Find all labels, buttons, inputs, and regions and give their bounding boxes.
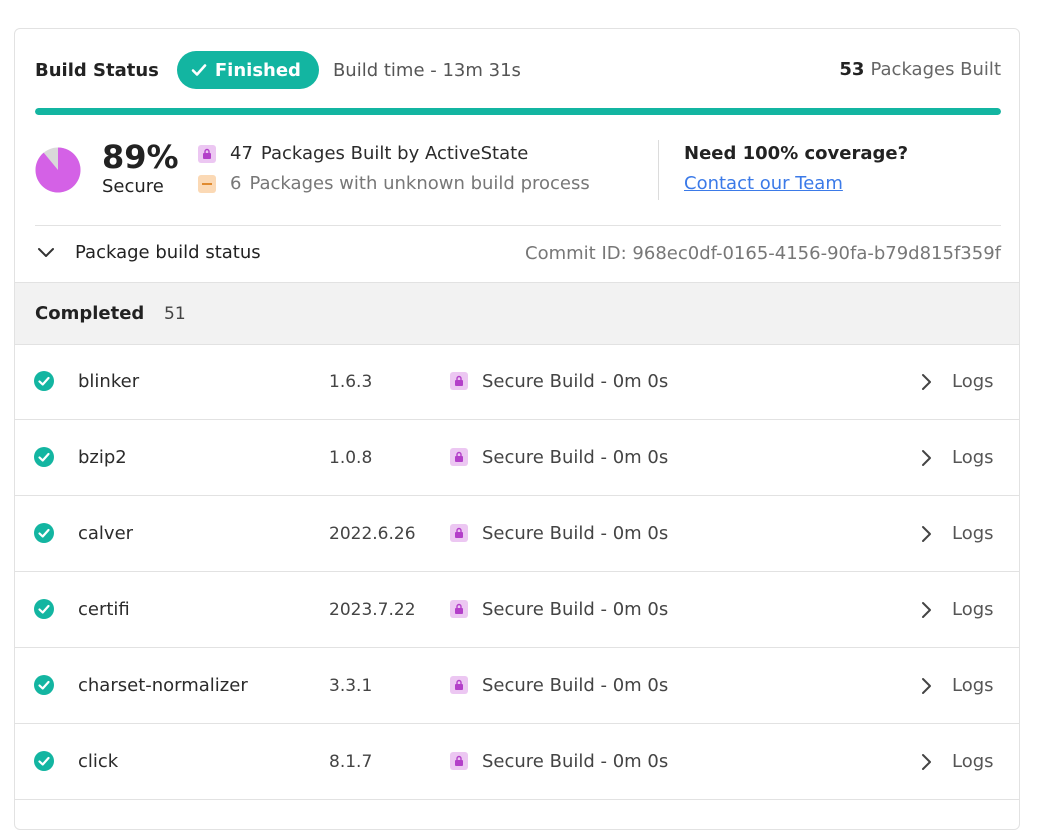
divider	[658, 140, 659, 200]
logs-link[interactable]: Logs	[920, 523, 994, 544]
build-time: Build time - 13m 31s	[332, 59, 521, 81]
chevron-down-icon	[38, 247, 54, 257]
logs-label: Logs	[952, 523, 994, 544]
package-name: click	[78, 751, 119, 772]
package-build-status-label: Package build status	[75, 242, 261, 263]
contact-team-link[interactable]: Contact our Team	[684, 173, 843, 194]
logs-label: Logs	[952, 751, 994, 772]
package-row: calver 2022.6.26 Secure Build - 0m 0s Lo…	[15, 496, 1019, 572]
packages-built-label: Packages Built	[870, 59, 1001, 80]
lock-icon	[450, 676, 468, 694]
status-label: Finished	[214, 59, 301, 81]
package-version: 1.6.3	[329, 372, 373, 392]
logs-link[interactable]: Logs	[920, 371, 994, 392]
package-version: 2023.7.22	[329, 600, 416, 620]
check-circle-icon	[34, 675, 54, 695]
coverage-title: Need 100% coverage?	[684, 143, 909, 164]
check-circle-icon	[34, 447, 54, 467]
logs-link[interactable]: Logs	[920, 751, 994, 772]
check-circle-icon	[34, 523, 54, 543]
build-progress-bar	[35, 108, 1001, 115]
built-by-activestate-count: 47	[230, 143, 253, 164]
check-circle-icon	[34, 599, 54, 619]
package-build-status: Secure Build - 0m 0s	[482, 599, 669, 620]
chevron-right-icon	[922, 753, 931, 770]
build-status-card: Build Status Finished Build time - 13m 3…	[14, 28, 1020, 830]
completed-section-header: Completed 51	[15, 282, 1019, 345]
package-build-status: Secure Build - 0m 0s	[482, 675, 669, 696]
logs-link[interactable]: Logs	[920, 599, 994, 620]
completed-count: 51	[164, 304, 186, 324]
package-row: click 8.1.7 Secure Build - 0m 0s Logs	[15, 724, 1019, 800]
check-circle-icon	[34, 371, 54, 391]
finished-status-badge: Finished	[176, 51, 319, 89]
package-name: bzip2	[78, 447, 127, 468]
package-row: blinker 1.6.3 Secure Build - 0m 0s Logs	[15, 344, 1019, 420]
logs-link[interactable]: Logs	[920, 675, 994, 696]
logs-link[interactable]: Logs	[920, 447, 994, 468]
package-list: blinker 1.6.3 Secure Build - 0m 0s Logs …	[15, 344, 1019, 800]
lock-icon	[450, 752, 468, 770]
build-progress-fill	[35, 108, 1001, 115]
lock-icon	[450, 448, 468, 466]
check-circle-icon	[34, 751, 54, 771]
package-name: calver	[78, 523, 134, 544]
lock-icon	[198, 144, 216, 163]
package-version: 8.1.7	[329, 752, 373, 772]
legend-built-by-activestate: 47 Packages Built by ActiveState	[198, 143, 528, 164]
package-row: bzip2 1.0.8 Secure Build - 0m 0s Logs	[15, 420, 1019, 496]
chevron-right-icon	[922, 525, 931, 542]
unknown-build-label: Packages with unknown build process	[249, 173, 590, 194]
package-row: certifi 2023.7.22 Secure Build - 0m 0s L…	[15, 572, 1019, 648]
package-build-status-toggle[interactable]: Package build status	[37, 242, 261, 263]
check-icon	[191, 64, 207, 76]
package-version: 1.0.8	[329, 448, 373, 468]
packages-built-count: 53	[839, 59, 865, 80]
package-build-status: Secure Build - 0m 0s	[482, 371, 669, 392]
logs-label: Logs	[952, 371, 994, 392]
chevron-right-icon	[922, 373, 931, 390]
package-build-status: Secure Build - 0m 0s	[482, 751, 669, 772]
logs-label: Logs	[952, 599, 994, 620]
completed-label: Completed	[35, 303, 145, 324]
package-build-status: Secure Build - 0m 0s	[482, 447, 669, 468]
build-status-title: Build Status	[35, 59, 159, 81]
package-version: 2022.6.26	[329, 524, 416, 544]
chevron-right-icon	[922, 677, 931, 694]
chevron-right-icon	[922, 601, 931, 618]
lock-icon	[450, 600, 468, 618]
lock-icon	[450, 372, 468, 390]
build-status-header: Build Status Finished Build time - 13m 3…	[35, 51, 521, 89]
secure-percent: 89%	[102, 138, 179, 176]
logs-label: Logs	[952, 447, 994, 468]
secure-label: Secure	[102, 176, 164, 197]
secure-pie-chart	[35, 147, 81, 193]
package-build-status: Secure Build - 0m 0s	[482, 523, 669, 544]
package-version: 3.3.1	[329, 676, 373, 696]
chevron-right-icon	[922, 449, 931, 466]
packages-built-total: 53 Packages Built	[839, 59, 1001, 80]
package-name: certifi	[78, 599, 130, 620]
unknown-build-count: 6	[230, 173, 242, 194]
commit-id: Commit ID: 968ec0df-0165-4156-90fa-b79d8…	[525, 243, 1001, 264]
legend-unknown-build: 6 Packages with unknown build process	[198, 173, 590, 194]
divider	[35, 225, 1001, 226]
package-row: charset-normalizer 3.3.1 Secure Build - …	[15, 648, 1019, 724]
minus-icon	[198, 174, 216, 193]
lock-icon	[450, 524, 468, 542]
package-name: charset-normalizer	[78, 675, 248, 696]
package-name: blinker	[78, 371, 140, 392]
built-by-activestate-label: Packages Built by ActiveState	[260, 143, 529, 164]
logs-label: Logs	[952, 675, 994, 696]
